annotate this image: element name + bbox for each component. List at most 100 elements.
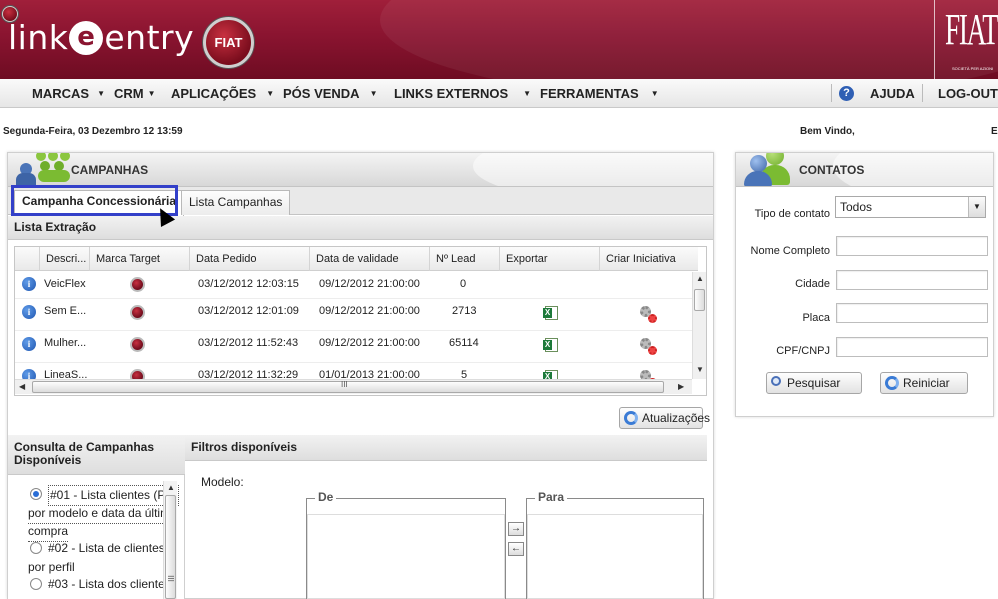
fiat-badge-logo: FIAT [203,17,254,68]
menu-crm-label: CRM [114,86,144,101]
menu-marcas[interactable]: MARCAS ▼ [32,79,105,108]
table-row[interactable]: i Sem E... 03/12/2012 12:01:09 09/12/201… [15,299,698,331]
cpf-cnpj-input[interactable] [836,337,988,357]
fiat-brand-logo: FIAT SOCIETÀ PER AZIONI [934,0,998,79]
cell-descricao: LineaS... [44,369,88,379]
fiat-menu-icon[interactable] [2,6,18,22]
para-listbox[interactable] [527,514,703,599]
cell-data-pedido: 03/12/2012 11:32:29 [198,369,299,379]
menu-aplicacoes[interactable]: APLICAÇÕES ▼ [171,79,274,108]
cell-data-pedido: 03/12/2012 12:01:09 [198,305,299,317]
excel-export-icon[interactable] [543,370,558,379]
nome-completo-input[interactable] [836,236,988,256]
pesquisar-label: Pesquisar [787,376,841,390]
modelo-label: Modelo: [201,475,244,489]
col-data-validade[interactable]: Data de validade [309,247,431,271]
cell-leads: 65114 [449,337,479,349]
col-criar-iniciativa[interactable]: Criar Iniciativa [599,247,698,271]
de-legend: De [315,490,337,504]
col-data-pedido[interactable]: Data Pedido [189,247,311,271]
campanhas-panel-header: CAMPANHAS [8,153,713,187]
grid-vertical-scroll-thumb[interactable] [694,289,705,311]
refresh-icon [624,411,638,425]
caret-down-icon: ▼ [147,89,156,98]
move-right-arrow-icon[interactable]: → [508,522,524,536]
atualizacoes-button[interactable]: Atualizações [619,407,710,429]
chevron-down-icon[interactable]: ▼ [968,197,985,217]
menu-links-externos[interactable]: LINKS EXTERNOS ▼ [394,79,531,108]
excel-export-icon[interactable] [543,306,558,320]
menu-crm[interactable]: CRM ▼ [114,79,156,108]
scroll-left-icon[interactable]: ◀ [19,382,25,391]
fiat-brand-icon [130,337,145,352]
info-icon[interactable]: i [22,277,36,291]
linkentry-logo[interactable]: link e entry [8,18,194,57]
option-01-line1[interactable]: #01 - Lista clientes (PF) [48,485,179,506]
col-marca-target[interactable]: Marca Target [89,247,191,271]
menu-aplicacoes-label: APLICAÇÕES [171,86,257,101]
option-02-line1[interactable]: #02 - Lista de clientes [48,539,165,558]
col-descricao[interactable]: Descri... [39,247,91,271]
menu-logout[interactable]: LOG-OUT [938,79,998,108]
refresh-icon [885,376,899,390]
info-icon[interactable]: i [22,369,36,379]
cell-data-validade: 09/12/2012 21:00:00 [319,305,420,317]
table-row[interactable]: i LineaS... 03/12/2012 11:32:29 01/01/20… [15,363,698,379]
caret-down-icon: ▼ [650,89,659,98]
cell-leads: 2713 [452,305,477,317]
scroll-up-icon[interactable]: ▲ [696,274,704,283]
fiat-brand-icon [130,277,145,292]
placa-input[interactable] [836,303,988,323]
menu-ajuda[interactable]: AJUDA [870,79,915,108]
tab-lista-campanhas[interactable]: Lista Campanhas [181,190,291,215]
help-icon[interactable]: ? [839,86,854,101]
excel-export-icon[interactable] [543,338,558,352]
radio-option-01[interactable] [30,488,42,500]
scroll-right-icon[interactable]: ▶ [678,382,684,391]
pesquisar-button[interactable]: Pesquisar [766,372,862,394]
fiat-brand-icon [130,369,145,379]
option-01-line2[interactable]: por modelo e data da última [28,504,177,524]
de-listbox[interactable] [307,514,505,599]
menu-ferramentas[interactable]: FERRAMENTAS ▼ [540,79,659,108]
fiat-brand-text: FIAT [945,5,998,54]
radio-option-02[interactable] [30,542,42,554]
scroll-down-icon[interactable]: ▼ [696,365,704,374]
reiniciar-button[interactable]: Reiniciar [880,372,968,394]
scroll-up-icon[interactable]: ▲ [167,483,175,492]
create-initiative-gear-icon[interactable] [640,306,658,324]
logo-text-right: entry [104,18,195,57]
consulta-scroll-thumb[interactable]: III [165,495,176,599]
welcome-text: Bem Vindo, [800,126,855,137]
grid-horizontal-scroll-thumb[interactable]: III [32,380,664,393]
col-n-lead[interactable]: Nº Lead [429,247,501,271]
info-icon[interactable]: i [22,305,36,319]
cell-data-validade: 09/12/2012 21:00:00 [319,337,420,349]
tipo-contato-select[interactable]: Todos [835,196,986,218]
contacts-people-icon [744,153,794,186]
cell-data-validade: 01/01/2013 21:00:00 [319,369,420,379]
col-exportar[interactable]: Exportar [499,247,601,271]
table-row[interactable]: i VeicFlex 03/12/2012 12:03:15 09/12/201… [15,271,698,299]
create-initiative-gear-icon[interactable] [640,370,658,379]
grid-header: Descri... Marca Target Data Pedido Data … [15,247,698,271]
menu-pos-venda-label: PÓS VENDA [283,86,360,101]
create-initiative-gear-icon[interactable] [640,338,658,356]
filtros-header: Filtros disponíveis [185,435,707,461]
fiat-brand-icon [130,305,145,320]
info-icon[interactable]: i [22,337,36,351]
group-people-icon [16,153,70,186]
atualizacoes-label: Atualizações [642,411,711,425]
caret-down-icon: ▼ [97,89,105,98]
nome-completo-label: Nome Completo [750,245,830,257]
cell-leads: 0 [460,278,467,290]
contatos-title: CONTATOS [799,163,865,177]
search-icon [771,376,781,386]
table-row[interactable]: i Mulher... 03/12/2012 11:52:43 09/12/20… [15,331,698,363]
cidade-input[interactable] [836,270,988,290]
option-03-line1[interactable]: #03 - Lista dos clientes [48,575,171,594]
move-left-arrow-icon[interactable]: ← [508,542,524,556]
cidade-label: Cidade [795,278,830,290]
radio-option-03[interactable] [30,578,42,590]
menu-pos-venda[interactable]: PÓS VENDA ▼ [283,79,378,108]
